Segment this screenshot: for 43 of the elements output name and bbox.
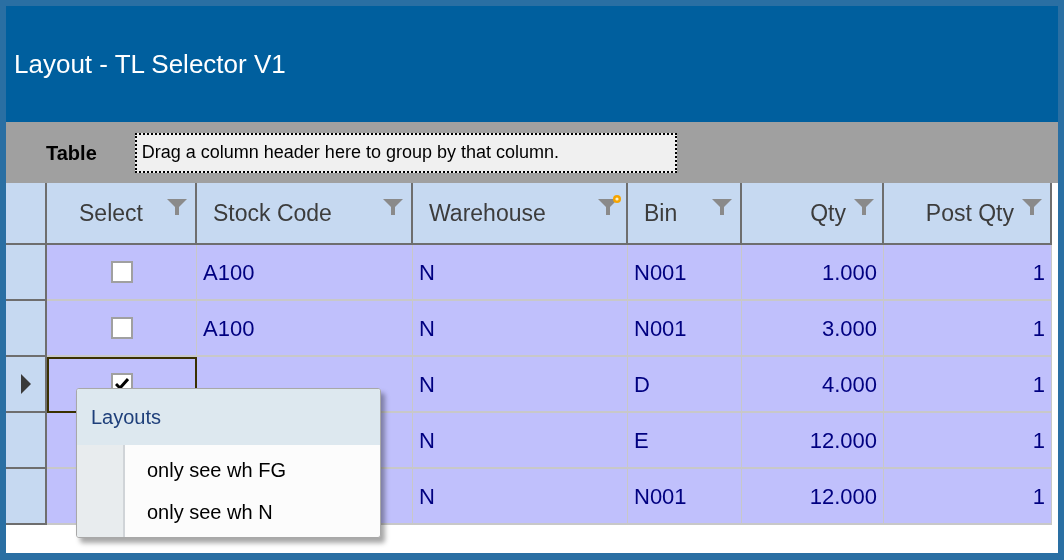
table-cell: 1 (884, 469, 1052, 525)
table-cell: 4.000 (742, 357, 884, 413)
table-cell: 1 (884, 301, 1052, 357)
row-header[interactable] (6, 357, 47, 413)
panel-label: Table (46, 140, 97, 166)
table-cell: N (413, 245, 628, 301)
column-header[interactable]: Post Qty (884, 183, 1052, 245)
table-cell: N (413, 357, 628, 413)
column-header[interactable]: Qty (742, 183, 884, 245)
column-header[interactable]: Bin (628, 183, 742, 245)
row-header[interactable] (6, 469, 47, 525)
row-header[interactable] (6, 301, 47, 357)
table-cell: N (413, 413, 628, 469)
table-cell: 3.000 (742, 301, 884, 357)
corner-header (6, 183, 47, 245)
menu-title: Layouts (77, 389, 380, 445)
table-cell: E (628, 413, 742, 469)
table-cell: A100 (197, 301, 413, 357)
row-header[interactable] (6, 245, 47, 301)
column-header[interactable]: Select (47, 183, 197, 245)
checkbox[interactable] (110, 261, 133, 283)
window-title: Layout - TL Selector V1 (14, 47, 286, 81)
checkbox[interactable] (110, 317, 133, 339)
row-header[interactable] (6, 413, 47, 469)
table-cell: 1 (884, 413, 1052, 469)
table-cell: 12.000 (742, 469, 884, 525)
table-cell: N (413, 301, 628, 357)
column-header[interactable]: Stock Code (197, 183, 413, 245)
table-cell: D (628, 357, 742, 413)
table-cell: N001 (628, 245, 742, 301)
table-cell: 12.000 (742, 413, 884, 469)
table-cell: N001 (628, 469, 742, 525)
table-cell: N001 (628, 301, 742, 357)
column-header[interactable]: Warehouse (413, 183, 628, 245)
table-cell: A100 (197, 245, 413, 301)
group-by-hint: Drag a column header here to group by that column. (134, 132, 677, 173)
current-row-icon (19, 373, 32, 395)
table-cell: 1.000 (742, 245, 884, 301)
menu-item[interactable]: only see wh N (125, 491, 380, 533)
table-cell: 1 (884, 357, 1052, 413)
table-cell: 1 (884, 245, 1052, 301)
menu-item[interactable]: only see wh FG (125, 449, 380, 491)
table-cell: N (413, 469, 628, 525)
